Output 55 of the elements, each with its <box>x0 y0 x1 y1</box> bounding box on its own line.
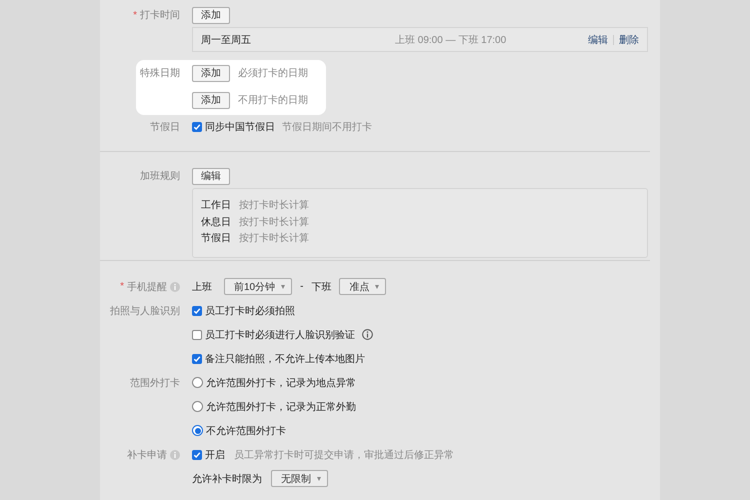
action-link[interactable]: 删除 <box>619 32 639 46</box>
hint-text: 员工异常打卡时可提交申请，审批通过后修正异常 <box>234 448 454 462</box>
checkbox-label[interactable]: 开启 <box>205 448 225 462</box>
calculation-method: 按打卡时长计算 <box>239 198 309 212</box>
caret-icon <box>375 284 380 288</box>
radio-button[interactable] <box>192 377 203 388</box>
required-asterisk: * <box>133 10 137 20</box>
radio-button[interactable] <box>192 425 203 436</box>
field-label: 范围外打卡 <box>130 376 180 390</box>
hint-text: 不用打卡的日期 <box>238 94 308 107</box>
radio-label[interactable]: 允许范围外打卡，记录为地点异常 <box>206 376 356 390</box>
field-label: 手机提醒 <box>127 280 167 294</box>
checkbox[interactable] <box>192 450 202 460</box>
checkbox[interactable] <box>192 330 202 340</box>
hint-text: 节假日期间不用打卡 <box>282 120 372 134</box>
field-label: 打卡时间 <box>140 8 180 22</box>
checkbox[interactable] <box>192 354 202 364</box>
hint-text: 必须打卡的日期 <box>238 66 308 80</box>
checkbox-label[interactable]: 员工打卡时必须拍照 <box>205 304 295 318</box>
checkbox[interactable] <box>192 306 202 316</box>
caret-icon <box>281 284 286 288</box>
dropdown[interactable]: 无限制 <box>271 470 328 487</box>
dropdown[interactable]: 准点 <box>339 278 386 295</box>
day-type: 工作日 <box>201 199 231 212</box>
info-icon[interactable] <box>362 329 373 340</box>
radio-button[interactable] <box>192 401 203 412</box>
caret-icon <box>317 476 321 480</box>
field-label: 拍照与人脸识别 <box>110 304 180 318</box>
field-label: 上班 <box>192 280 212 294</box>
schedule-days: 周一至周五 <box>201 32 395 46</box>
radio-label[interactable]: 不允许范围外打卡 <box>206 424 286 438</box>
field-label: 下班 <box>311 280 332 294</box>
checkbox-label[interactable]: 同步中国节假日 <box>205 120 275 134</box>
day-type: 节假日 <box>201 232 231 246</box>
add-button[interactable]: 添加 <box>192 92 230 108</box>
radio-label[interactable]: 允许范围外打卡，记录为正常外勤 <box>206 400 356 414</box>
field-label: 补卡申请 <box>127 448 167 462</box>
dropdown[interactable]: 前10分钟 <box>224 278 292 295</box>
field-label: 加班规则 <box>140 170 180 183</box>
calculation-method: 按打卡时长计算 <box>239 232 309 246</box>
checkbox-label[interactable]: 员工打卡时必须进行人脸识别验证 <box>205 328 355 342</box>
checkbox-label[interactable]: 备注只能拍照，不允许上传本地图片 <box>205 352 365 366</box>
required-asterisk: * <box>120 281 124 292</box>
checkbox[interactable] <box>192 122 202 132</box>
field-label: 节假日 <box>150 120 180 134</box>
calculation-method: 按打卡时长计算 <box>239 216 309 229</box>
schedule-hours: 上班 09:00 — 下班 17:00 <box>395 34 508 46</box>
add-button[interactable]: 添加 <box>192 64 230 82</box>
separator-text: - <box>300 281 304 292</box>
action-link[interactable]: 编辑 <box>588 32 608 46</box>
edit-button[interactable]: 编辑 <box>192 168 230 184</box>
field-label: 允许补卡时限为 <box>192 472 262 486</box>
add-button[interactable]: 添加 <box>192 6 230 24</box>
day-type: 休息日 <box>201 216 231 229</box>
field-label: 特殊日期 <box>140 66 180 80</box>
